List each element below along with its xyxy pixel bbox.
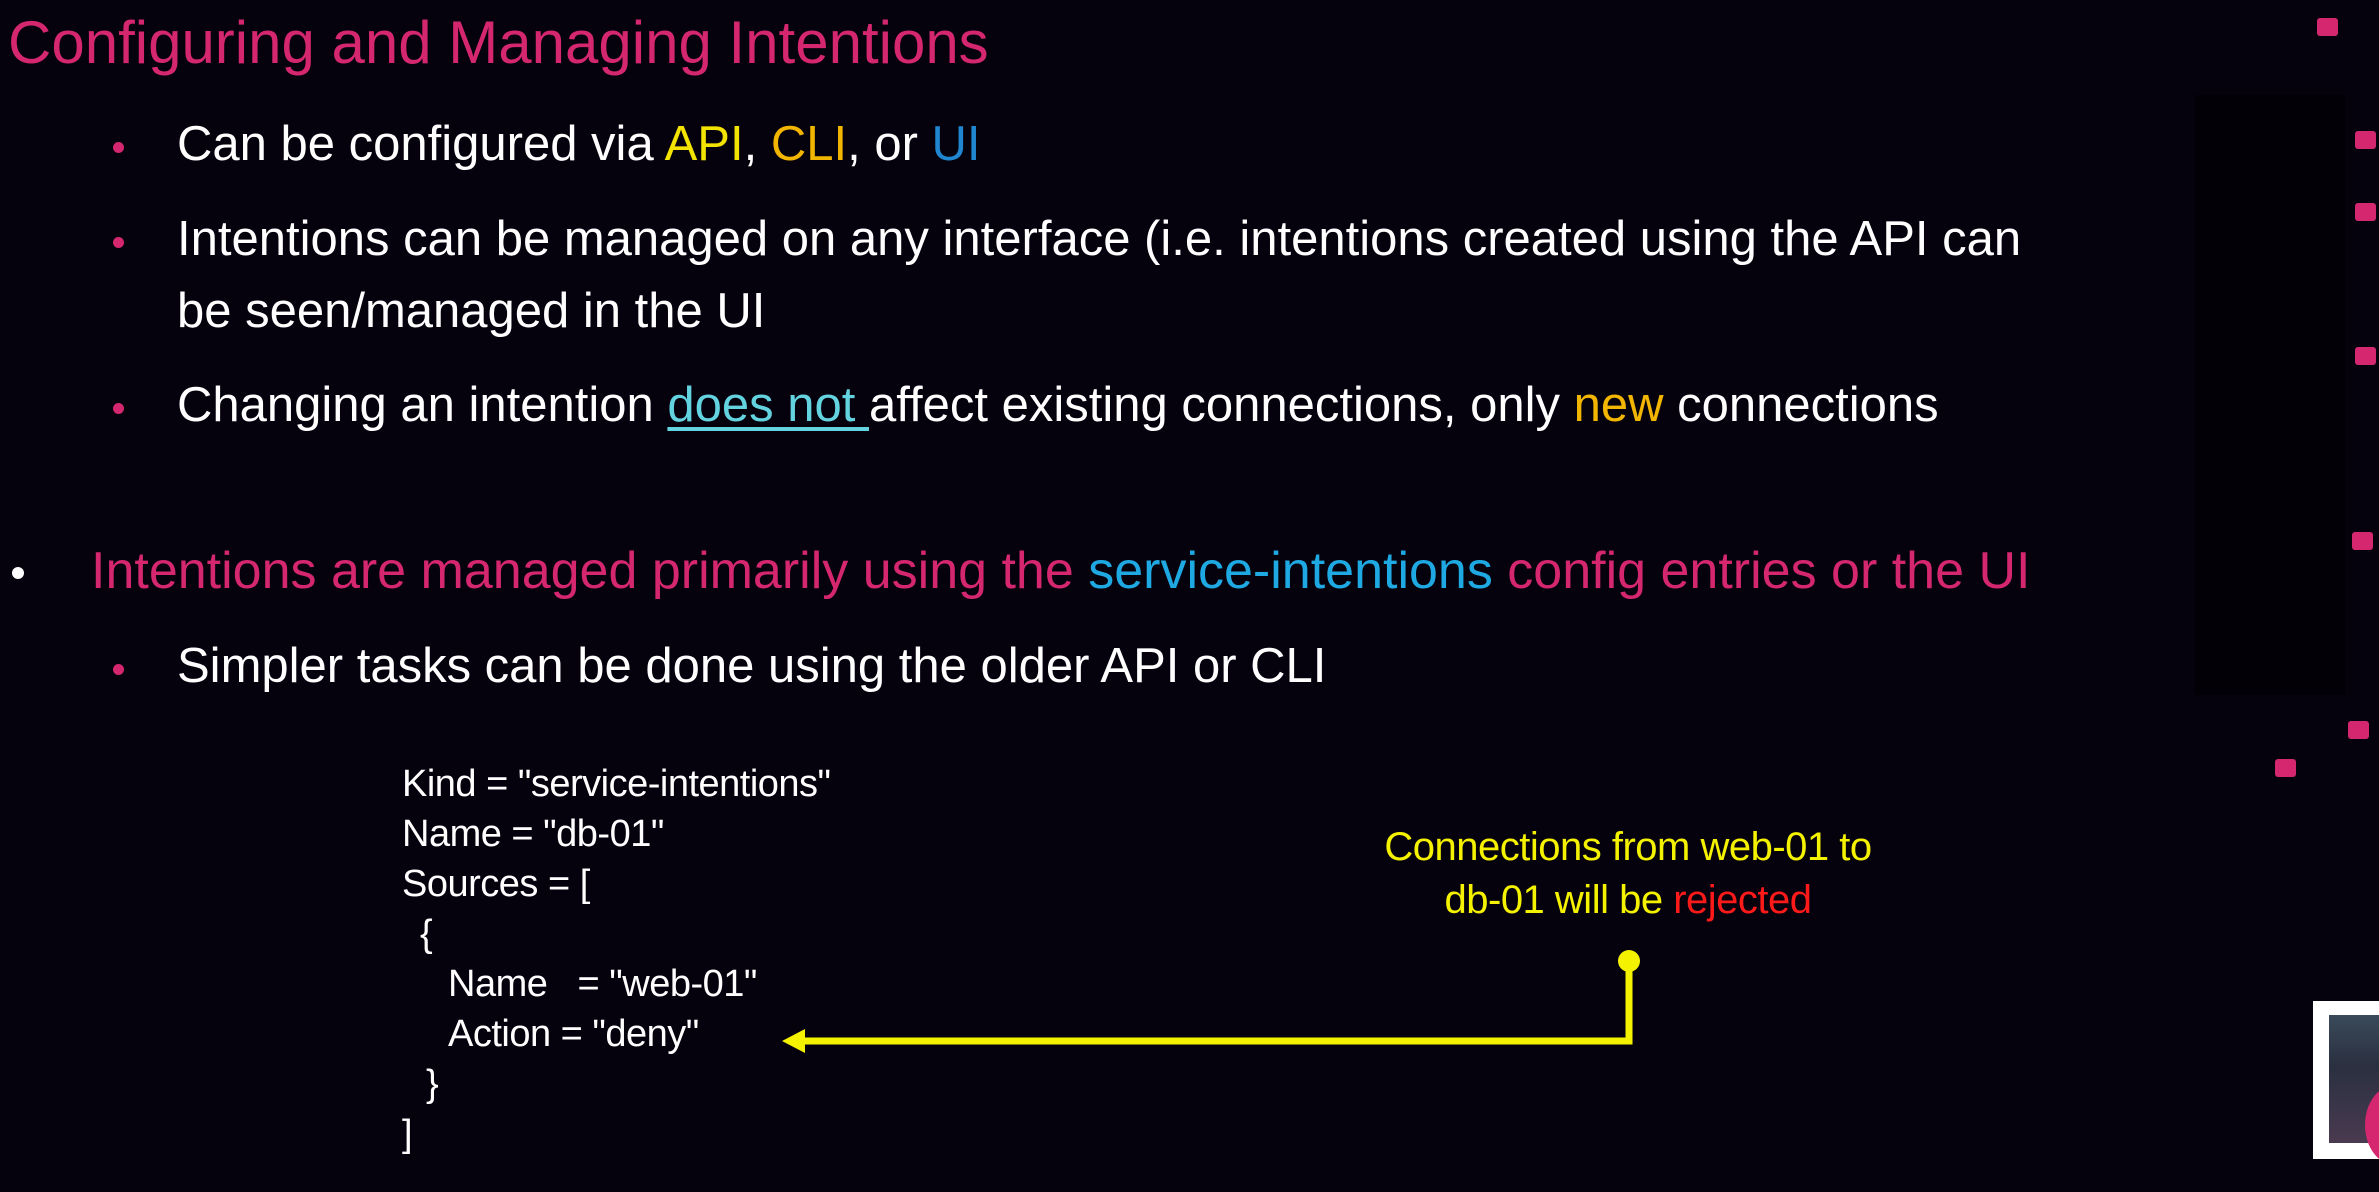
- decor-square: [2348, 721, 2369, 739]
- thumbnail-image: [2329, 1015, 2379, 1165]
- callout-arrow: [782, 950, 1640, 1053]
- thumbnail-shape: [2365, 1085, 2379, 1165]
- presenter-thumbnail: [2313, 1001, 2379, 1165]
- arrowhead-icon: [782, 1029, 805, 1053]
- decor-square: [2275, 759, 2296, 777]
- decor-square: [2355, 347, 2376, 365]
- callout-line: [800, 961, 1633, 1045]
- decor-square: [2317, 18, 2338, 36]
- decor-square: [2352, 532, 2373, 550]
- decor-square: [2355, 131, 2376, 149]
- decor-square: [2355, 203, 2376, 221]
